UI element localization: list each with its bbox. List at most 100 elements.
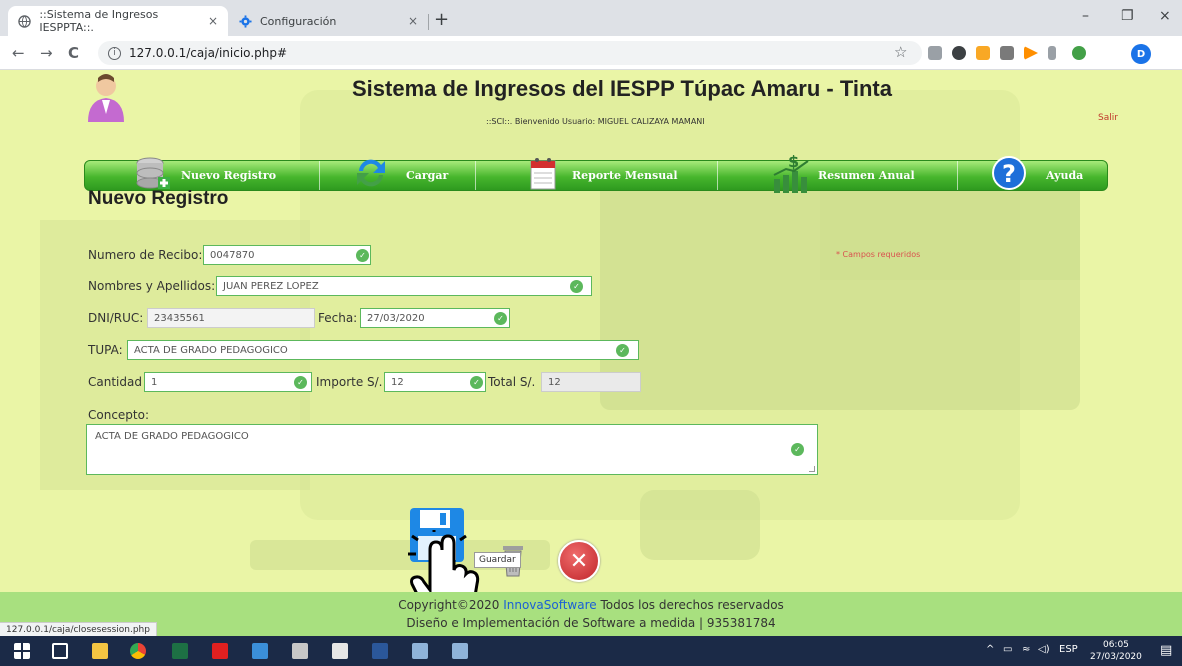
profile-avatar[interactable]: D [1131, 44, 1151, 64]
extension-icon[interactable] [928, 46, 942, 60]
app-title: Sistema de Ingresos del IESPP Túpac Amar… [352, 76, 892, 101]
windows-start-icon[interactable] [14, 643, 30, 659]
total-label: Total S/. [488, 375, 536, 389]
required-note: * Campos requeridos [836, 250, 921, 259]
notification-icon[interactable]: ▤ [1160, 643, 1172, 658]
close-icon[interactable]: × [208, 14, 218, 28]
dni-label: DNI/RUC: [88, 311, 144, 325]
menu-label: Cargar [406, 169, 449, 182]
address-toolbar: ← → C i 127.0.0.1/caja/inicio.php# ☆ [0, 36, 1182, 70]
concepto-textarea[interactable]: ACTA DE GRADO PEDAGOGICO ✓ [86, 424, 818, 475]
menu-item-cargar[interactable]: Cargar [319, 159, 475, 190]
total-output: 12 [541, 372, 641, 392]
new-tab-button[interactable]: + [434, 9, 449, 30]
valid-check-icon: ✓ [356, 249, 369, 262]
menu-item-ayuda[interactable]: ? Ayuda [957, 156, 1107, 190]
cantidad-label: Cantidad [88, 375, 142, 389]
tray-chevron-icon[interactable]: ^ [986, 644, 994, 655]
close-window-button[interactable]: × [1159, 8, 1171, 24]
dni-input[interactable]: 23435561 [147, 308, 315, 328]
acrobat-icon[interactable] [212, 643, 228, 659]
app-icon[interactable] [412, 643, 428, 659]
svg-text:?: ? [1002, 160, 1016, 188]
microphone-icon[interactable] [1048, 46, 1056, 60]
play-icon[interactable] [1024, 46, 1038, 60]
fecha-input[interactable]: 27/03/2020 [360, 308, 510, 328]
cantidad-input[interactable]: 1 [144, 372, 312, 392]
word-icon[interactable] [372, 643, 388, 659]
page-title: Nuevo Registro [88, 188, 229, 209]
extension-icon[interactable] [1072, 46, 1086, 60]
photos-icon[interactable] [332, 643, 348, 659]
database-add-icon [131, 153, 173, 193]
app-icon[interactable] [252, 643, 268, 659]
extension-icon[interactable] [952, 46, 966, 60]
welcome-message: ::SCI::. Bienvenido Usuario: MIGUEL CALI… [486, 117, 705, 126]
recibo-input[interactable]: 0047870 [203, 245, 371, 265]
tab-sistema-ingresos[interactable]: ::Sistema de Ingresos IESPPTA::. × [8, 6, 228, 36]
excel-icon[interactable] [172, 643, 188, 659]
chrome-icon[interactable] [130, 643, 146, 659]
menu-item-resumen-anual[interactable]: $ Resumen Anual [717, 153, 957, 193]
status-url: 127.0.0.1/caja/closesession.php [0, 622, 157, 636]
menu-label: Resumen Anual [818, 169, 915, 182]
info-icon[interactable]: i [108, 46, 121, 60]
browser-tab-bar: ::Sistema de Ingresos IESPPTA::. × Confi… [0, 0, 1182, 36]
network-icon[interactable]: ▭ [1003, 644, 1012, 655]
forward-button[interactable]: → [40, 44, 53, 62]
app-icon[interactable] [292, 643, 308, 659]
resize-handle[interactable] [809, 466, 815, 472]
valid-check-icon: ✓ [570, 280, 583, 293]
footer: Copyright©2020 InnovaSoftware Todos los … [0, 592, 1182, 636]
menu-item-nuevo-registro[interactable]: Nuevo Registro [85, 157, 319, 190]
copyright-suffix: Todos los derechos reservados [596, 598, 784, 612]
gear-icon [238, 14, 252, 28]
nombres-label: Nombres y Apellidos: [88, 279, 216, 293]
footer-tagline: Diseño e Implementación de Software a me… [406, 616, 776, 630]
restore-button[interactable]: ❐ [1121, 8, 1134, 24]
valid-check-icon: ✓ [616, 344, 629, 357]
language-indicator[interactable]: ESP [1059, 644, 1078, 655]
page: Sistema de Ingresos del IESPP Túpac Amar… [0, 70, 1182, 636]
close-icon[interactable]: × [408, 14, 418, 28]
menu-label: Ayuda [1046, 169, 1084, 182]
reload-button[interactable]: C [68, 44, 79, 62]
valid-check-icon: ✓ [294, 376, 307, 389]
task-view-icon[interactable] [52, 643, 68, 659]
copyright-line: Copyright©2020 InnovaSoftware Todos los … [0, 596, 1182, 614]
logout-link[interactable]: Salir [1098, 113, 1118, 123]
menu-item-reporte-mensual[interactable]: Reporte Mensual [475, 158, 717, 190]
fecha-label: Fecha: [318, 311, 358, 325]
volume-icon[interactable]: ◁) [1038, 644, 1050, 655]
concepto-text: ACTA DE GRADO PEDAGOGICO [95, 431, 249, 442]
windows-taskbar: ^ ▭ ≈ ◁) ESP 06:05 27/03/2020 ▤ [0, 636, 1182, 666]
cancel-button[interactable]: ✕ [558, 540, 600, 582]
valid-check-icon: ✓ [470, 376, 483, 389]
brand-link[interactable]: InnovaSoftware [503, 598, 596, 612]
tupa-select[interactable]: ACTA DE GRADO PEDAGOGICO [127, 340, 639, 360]
calendar-icon [522, 153, 564, 193]
menu-label: Reporte Mensual [572, 169, 678, 182]
importe-label: Importe S/. [316, 375, 383, 389]
globe-icon [18, 14, 31, 28]
app-icon[interactable] [452, 643, 468, 659]
extension-icon[interactable] [1000, 46, 1014, 60]
system-clock[interactable]: 06:05 27/03/2020 [1090, 639, 1142, 663]
nombres-input[interactable]: JUAN PEREZ LOPEZ [216, 276, 592, 296]
minimize-button[interactable]: – [1082, 8, 1089, 24]
tab-separator [428, 14, 429, 30]
wifi-icon[interactable]: ≈ [1022, 644, 1030, 655]
tab-configuracion[interactable]: Configuración × [228, 6, 428, 36]
star-icon[interactable]: ☆ [894, 43, 907, 61]
tab-title: ::Sistema de Ingresos IESPPTA::. [39, 8, 159, 34]
download-icon[interactable] [976, 46, 990, 60]
menu-label: Nuevo Registro [181, 169, 277, 182]
copyright-prefix: Copyright©2020 [398, 598, 504, 612]
url-bar[interactable]: i 127.0.0.1/caja/inicio.php# [98, 41, 922, 65]
chart-money-icon: $ [770, 153, 812, 193]
valid-check-icon: ✓ [791, 443, 804, 456]
help-icon: ? [988, 153, 1030, 193]
file-explorer-icon[interactable] [92, 643, 108, 659]
tab-title: Configuración [260, 14, 337, 28]
back-button[interactable]: ← [12, 44, 25, 62]
